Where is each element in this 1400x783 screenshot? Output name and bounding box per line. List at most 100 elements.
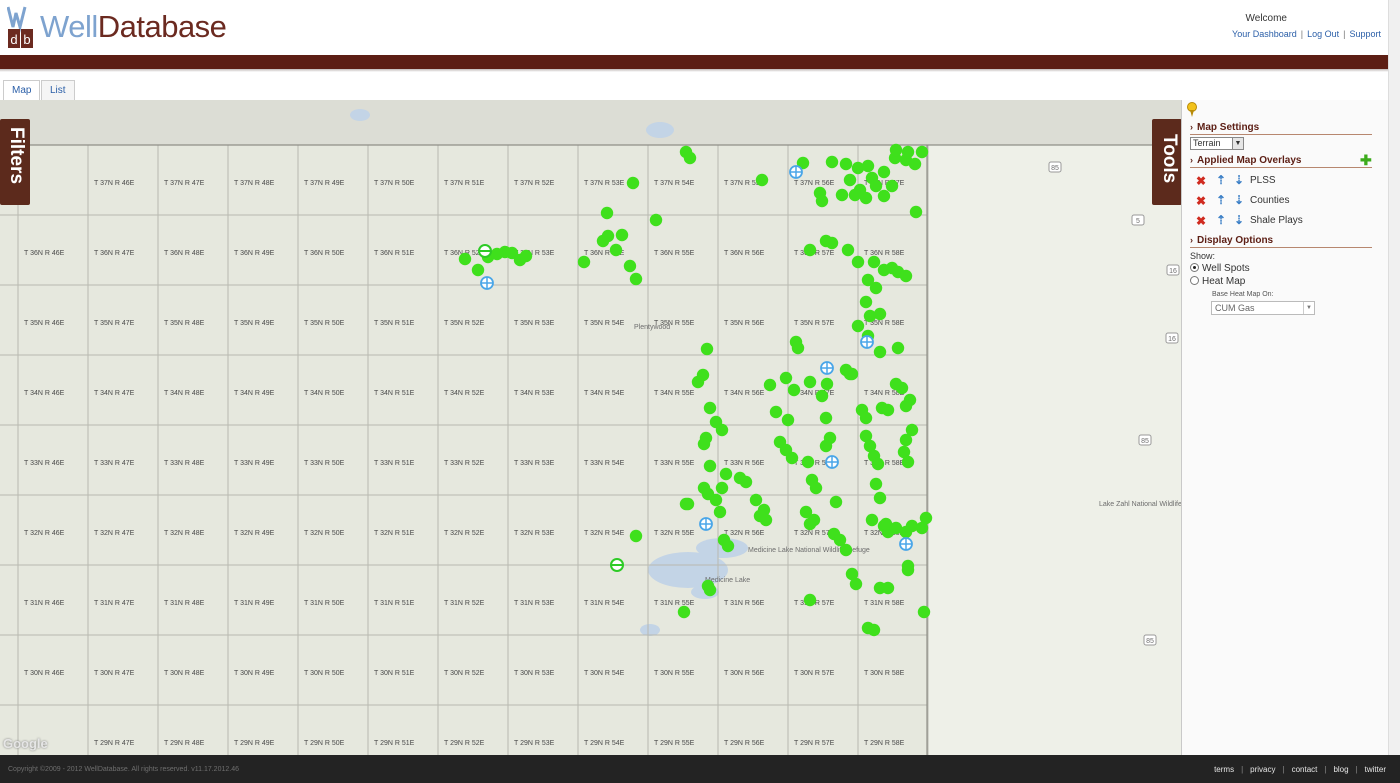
well-spot[interactable] [739,475,753,489]
well-spot[interactable] [881,581,895,595]
well-spot[interactable] [779,371,793,385]
well-spots-option[interactable]: Well Spots [1190,263,1250,274]
map-canvas[interactable]: T 37N R 46E T 37N R 47E T 37N R 48E T 37N R… [0,100,1181,755]
well-spot[interactable] [899,269,913,283]
well-spot[interactable] [859,191,873,205]
well-spot[interactable] [601,229,615,243]
tab-list[interactable]: List [41,80,75,100]
well-spot[interactable] [703,401,717,415]
well-spot[interactable] [490,247,504,261]
well-spot[interactable] [623,259,637,273]
well-spot[interactable] [901,145,915,159]
tab-map[interactable]: Map [3,80,41,100]
well-spot[interactable] [901,563,915,577]
well-spot[interactable] [803,243,817,257]
well-spots-radio[interactable] [1190,263,1199,272]
well-spot[interactable] [697,437,711,451]
well-spot[interactable] [626,176,640,190]
well-spot[interactable] [609,243,623,257]
well-spot[interactable] [861,159,875,173]
well-spot[interactable] [881,403,895,417]
well-spot[interactable] [629,529,643,543]
logout-link[interactable]: Log Out [1307,29,1339,39]
well-spot[interactable] [901,455,915,469]
move-down-icon[interactable]: ⇣ [1234,173,1244,187]
well-spot[interactable] [851,255,865,269]
well-spot[interactable] [815,389,829,403]
well-spot[interactable] [763,378,777,392]
support-link[interactable]: Support [1349,29,1381,39]
well-spot[interactable] [713,505,727,519]
well-spot[interactable] [815,194,829,208]
well-spot[interactable] [683,151,697,165]
privacy-link[interactable]: privacy [1250,765,1275,774]
well-spot[interactable] [715,423,729,437]
well-spot[interactable] [719,467,733,481]
move-down-icon[interactable]: ⇣ [1234,193,1244,207]
well-spot[interactable] [819,439,833,453]
remove-icon[interactable]: ✖ [1196,214,1206,228]
logo-wordmark[interactable]: WellDatabase [40,9,227,45]
contact-link[interactable]: contact [1292,765,1318,774]
remove-icon[interactable]: ✖ [1196,194,1206,208]
well-spot[interactable] [679,497,693,511]
move-up-icon[interactable]: ⇡ [1216,213,1226,227]
page-scrollbar[interactable] [1388,0,1400,755]
well-spot[interactable] [803,375,817,389]
heat-base-select[interactable]: CUM Gas ▼ [1211,301,1315,315]
dashboard-link[interactable]: Your Dashboard [1232,29,1297,39]
remove-icon[interactable]: ✖ [1196,174,1206,188]
well-spot[interactable] [703,583,717,597]
well-spot[interactable] [629,272,643,286]
well-spot[interactable] [839,543,853,557]
well-spot[interactable] [873,491,887,505]
well-spot[interactable] [803,517,817,531]
well-spot[interactable] [843,173,857,187]
well-spot[interactable] [615,228,629,242]
well-spot[interactable] [701,487,715,501]
well-spot[interactable] [825,236,839,250]
tools-tab[interactable]: Tools [1152,119,1182,205]
display-options-heading[interactable]: › Display Options [1190,235,1372,248]
well-spot[interactable] [835,188,849,202]
well-spot[interactable] [801,455,815,469]
move-up-icon[interactable]: ⇡ [1216,173,1226,187]
well-spot[interactable] [859,295,873,309]
well-spot[interactable] [848,188,862,202]
well-spot[interactable] [843,367,857,381]
well-spot[interactable] [769,405,783,419]
well-spot[interactable] [917,605,931,619]
well-spot[interactable] [859,411,873,425]
well-spot[interactable] [781,413,795,427]
well-spot[interactable] [829,495,843,509]
well-spot[interactable] [885,261,899,275]
well-spot[interactable] [691,375,705,389]
well-spot[interactable] [458,252,472,266]
well-spot[interactable] [877,189,891,203]
heat-map-option[interactable]: Heat Map [1190,276,1245,287]
add-overlay-icon[interactable]: ✚ [1360,152,1372,169]
well-spot[interactable] [519,249,533,263]
well-spot[interactable] [909,205,923,219]
well-spot[interactable] [899,433,913,447]
move-up-icon[interactable]: ⇡ [1216,193,1226,207]
well-spot[interactable] [867,623,881,637]
well-spot[interactable] [791,341,805,355]
well-spot[interactable] [749,493,763,507]
well-spot[interactable] [899,399,913,413]
well-spot[interactable] [915,145,929,159]
well-spot[interactable] [721,539,735,553]
well-spot[interactable] [885,179,899,193]
well-spot[interactable] [471,263,485,277]
heat-map-radio[interactable] [1190,276,1199,285]
move-down-icon[interactable]: ⇣ [1234,213,1244,227]
well-spot[interactable] [577,255,591,269]
well-spot[interactable] [820,377,834,391]
well-spot[interactable] [869,477,883,491]
well-spot[interactable] [877,165,891,179]
well-spot[interactable] [873,345,887,359]
well-spot[interactable] [851,319,865,333]
well-spot[interactable] [600,206,614,220]
blog-link[interactable]: blog [1333,765,1348,774]
well-spot[interactable] [865,513,879,527]
